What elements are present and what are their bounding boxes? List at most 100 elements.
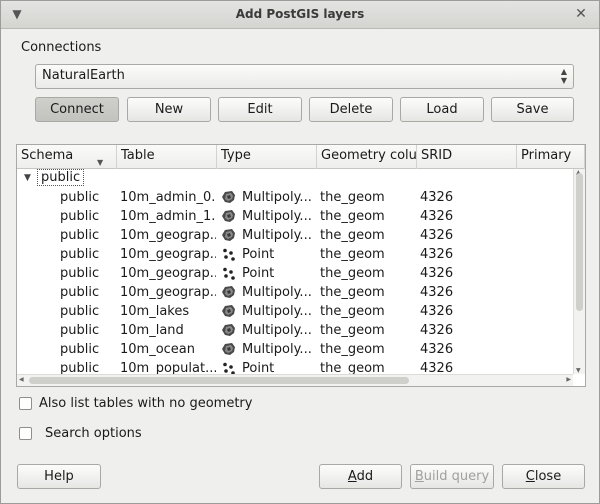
cell-type: Point — [242, 247, 275, 262]
polygon-icon — [222, 286, 236, 299]
cell-table: 10m_geograp... — [120, 285, 216, 300]
expanded-arrow-icon[interactable]: ▼ — [24, 169, 31, 188]
horizontal-scroll-thumb[interactable] — [29, 377, 409, 384]
vertical-scroll-thumb[interactable] — [576, 173, 583, 311]
build-query-button[interactable]: Build query — [410, 464, 494, 489]
cell-schema: public — [60, 323, 100, 338]
cell-geometry-column: the_geom — [320, 304, 385, 319]
column-header-srid[interactable]: SRID — [417, 145, 517, 169]
cell-table: 10m_lakes — [120, 304, 190, 319]
point-icon — [222, 248, 236, 261]
edit-button[interactable]: Edit — [218, 97, 302, 122]
point-icon — [222, 267, 236, 280]
table-row[interactable]: public 10m_ocean Multipoly... the_geom 4326 — [17, 340, 573, 359]
add-postgis-layers-dialog: ▼ Add PostGIS layers ✕ Connections Natur… — [0, 0, 600, 504]
vertical-scrollbar[interactable]: ▲ ▼ — [573, 169, 585, 374]
cell-table: 10m_land — [120, 323, 184, 338]
table-row[interactable]: public 10m_geograp... Point the_geom 4326 — [17, 264, 573, 283]
cell-srid: 4326 — [420, 304, 454, 319]
cell-type: Multipoly... — [242, 342, 312, 357]
cell-table: 10m_populat... — [120, 361, 216, 374]
cell-type: Point — [242, 266, 275, 281]
combo-arrows-icon: ▲ ▼ — [560, 67, 567, 85]
connect-button[interactable]: Connect — [35, 97, 119, 122]
table-header: Schema ▼ Table Type Geometry colur SRID … — [17, 145, 585, 169]
cell-type: Multipoly... — [242, 323, 312, 338]
column-header-primary[interactable]: Primary — [517, 145, 585, 169]
list-no-geometry-label: Also list tables with no geometry — [39, 396, 253, 411]
cell-table: 10m_geograp... — [120, 266, 216, 281]
cell-schema: public — [60, 190, 100, 205]
polygon-icon — [222, 343, 236, 356]
cell-type: Multipoly... — [242, 285, 312, 300]
schema-node-label[interactable]: public — [37, 169, 85, 186]
cell-type: Multipoly... — [242, 190, 312, 205]
add-button[interactable]: Add — [319, 464, 402, 489]
table-row[interactable]: public 10m_populat... Point the_geom 4326 — [17, 359, 573, 374]
cell-geometry-column: the_geom — [320, 209, 385, 224]
cell-schema: public — [60, 285, 100, 300]
cell-geometry-column: the_geom — [320, 285, 385, 300]
column-header-table[interactable]: Table — [117, 145, 217, 169]
table-row[interactable]: public 10m_geograp... Point the_geom 4326 — [17, 245, 573, 264]
column-header-type[interactable]: Type — [217, 145, 317, 169]
column-header-geometry[interactable]: Geometry colur — [317, 145, 417, 169]
tables-tree-view[interactable]: Schema ▼ Table Type Geometry colur SRID … — [16, 144, 586, 387]
cell-type: Point — [242, 361, 275, 374]
cell-geometry-column: the_geom — [320, 228, 385, 243]
schema-row[interactable]: ▼ public — [17, 169, 573, 188]
close-icon[interactable]: ✕ — [573, 6, 589, 22]
connection-select-value: NaturalEarth — [42, 68, 125, 83]
table-row[interactable]: public 10m_geograp... Multipoly... the_geom… — [17, 226, 573, 245]
connection-select[interactable]: NaturalEarth ▲ ▼ — [35, 64, 574, 89]
cell-type: Multipoly... — [242, 304, 312, 319]
cell-type: Multipoly... — [242, 228, 312, 243]
cell-table: 10m_admin_0... — [120, 190, 216, 205]
cell-srid: 4326 — [420, 285, 454, 300]
table-row[interactable]: public 10m_admin_1... Multipoly... the_geom… — [17, 207, 573, 226]
cell-srid: 4326 — [420, 209, 454, 224]
cell-srid: 4326 — [420, 190, 454, 205]
table-row[interactable]: public 10m_geograp... Multipoly... the_geom… — [17, 283, 573, 302]
cell-geometry-column: the_geom — [320, 190, 385, 205]
cell-srid: 4326 — [420, 247, 454, 262]
cell-schema: public — [60, 304, 100, 319]
horizontal-scrollbar[interactable]: ◀ ▶ — [17, 374, 573, 386]
polygon-icon — [222, 191, 236, 204]
column-header-schema[interactable]: Schema ▼ — [17, 145, 117, 169]
cell-table: 10m_admin_1... — [120, 209, 216, 224]
search-options-checkbox[interactable] — [19, 427, 32, 440]
cell-schema: public — [60, 266, 100, 281]
scroll-left-icon[interactable]: ◀ — [19, 375, 24, 385]
delete-button[interactable]: Delete — [309, 97, 393, 122]
table-row[interactable]: public 10m_land Multipoly... the_geom 4326 — [17, 321, 573, 340]
list-no-geometry-checkbox[interactable] — [19, 397, 32, 410]
close-button[interactable]: Close — [502, 464, 585, 489]
window-title: Add PostGIS layers — [235, 7, 365, 21]
search-options-label: Search options — [45, 426, 142, 441]
scroll-down-icon[interactable]: ▼ — [576, 367, 581, 374]
polygon-icon — [222, 305, 236, 318]
table-row[interactable]: public 10m_admin_0... Multipoly... the_geom… — [17, 188, 573, 207]
save-button[interactable]: Save — [491, 97, 574, 122]
cell-geometry-column: the_geom — [320, 266, 385, 281]
cell-srid: 4326 — [420, 361, 454, 374]
sort-descending-icon: ▼ — [97, 158, 104, 167]
polygon-icon — [222, 324, 236, 337]
connections-label: Connections — [21, 40, 102, 55]
scroll-right-icon[interactable]: ▶ — [566, 375, 571, 385]
cell-schema: public — [60, 342, 100, 357]
table-rows: ▼ public public 10m_admin_0... Multipoly..… — [17, 169, 573, 374]
cell-type: Multipoly... — [242, 209, 312, 224]
point-icon — [222, 362, 236, 374]
load-button[interactable]: Load — [400, 97, 484, 122]
help-button[interactable]: Help — [17, 464, 101, 489]
polygon-icon — [222, 229, 236, 242]
cell-schema: public — [60, 247, 100, 262]
table-row[interactable]: public 10m_lakes Multipoly... the_geom 4326 — [17, 302, 573, 321]
cell-schema: public — [60, 228, 100, 243]
cell-schema: public — [60, 209, 100, 224]
new-button[interactable]: New — [127, 97, 211, 122]
title-bar: ▼ Add PostGIS layers ✕ — [1, 1, 599, 29]
cell-geometry-column: the_geom — [320, 247, 385, 262]
